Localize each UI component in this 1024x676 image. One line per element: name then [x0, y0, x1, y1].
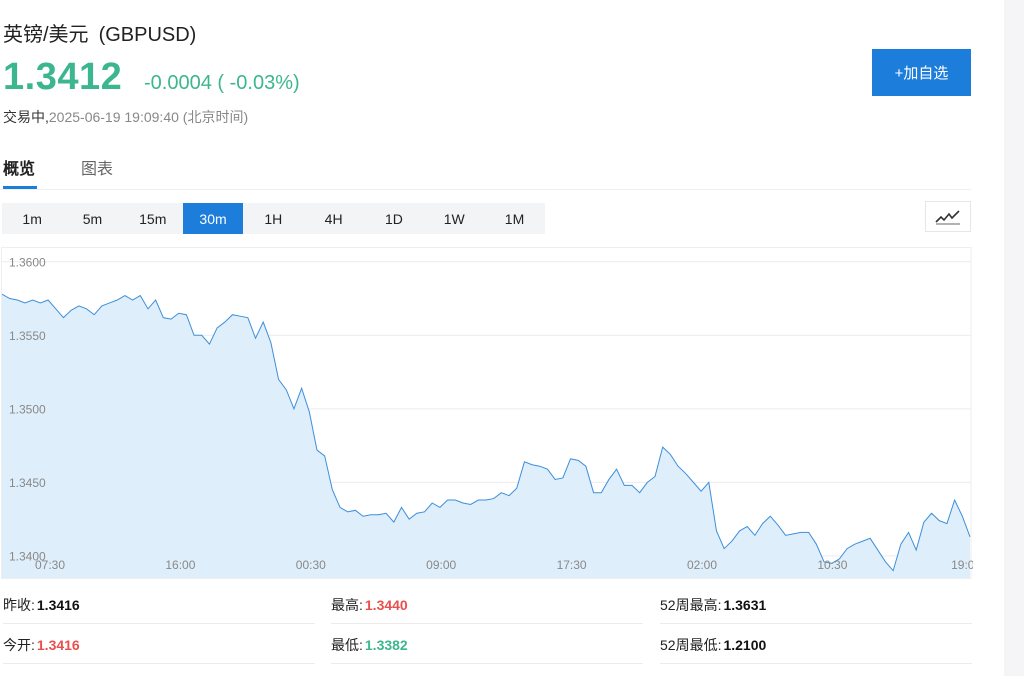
page-gutter: [1004, 0, 1024, 676]
x-tick-label: 19:0: [951, 558, 973, 572]
interval-4h[interactable]: 4H: [303, 203, 363, 234]
y-tick-label: 1.3450: [9, 476, 46, 490]
status-text: 交易中,: [3, 109, 49, 125]
x-tick-label: 00:30: [296, 558, 326, 572]
x-tick-label: 09:00: [426, 558, 456, 572]
interval-selector: 1m 5m 15m 30m 1H 4H 1D 1W 1M: [2, 203, 545, 234]
stat-value: 1.3440: [364, 596, 408, 613]
x-tick-label: 16:00: [165, 558, 195, 572]
interval-5m[interactable]: 5m: [62, 203, 122, 234]
stat-item: 今开: 1.3416: [3, 626, 315, 664]
x-tick-label: 02:00: [687, 558, 717, 572]
x-tick-label: 10:30: [817, 558, 847, 572]
stat-label: 52周最高:: [660, 596, 722, 613]
stat-item: 最高: 1.3440: [331, 586, 643, 624]
y-tick-label: 1.3500: [9, 402, 46, 416]
x-tick-label: 17:30: [557, 558, 587, 572]
status-timestamp: 2025-06-19 19:09:40 (北京时间): [48, 109, 249, 125]
interval-1h[interactable]: 1H: [243, 203, 303, 234]
tab-bar: 概览 图表: [0, 148, 971, 190]
y-tick-label: 1.3600: [9, 255, 46, 269]
interval-1m[interactable]: 1M: [484, 203, 544, 234]
add-watchlist-button[interactable]: +加自选: [872, 49, 971, 96]
interval-1m[interactable]: 1m: [2, 203, 62, 234]
instrument-title: 英镑/美元 (GBPUSD): [3, 18, 196, 47]
stats-row: 昨收: 1.3416 最高: 1.3440 52周最高: 1.3631: [0, 586, 972, 624]
interval-1w[interactable]: 1W: [424, 203, 484, 234]
current-price: 1.3412: [3, 56, 123, 98]
stat-label: 昨收:: [3, 596, 35, 613]
chart-type-button[interactable]: [925, 201, 971, 232]
tab-chart[interactable]: 图表: [81, 155, 113, 189]
stat-label: 今开:: [3, 636, 35, 653]
stat-label: 最低:: [331, 636, 363, 653]
stat-item: 最低: 1.3382: [331, 626, 643, 664]
stat-value: 1.3416: [36, 596, 80, 613]
stat-value: 1.3416: [36, 636, 80, 653]
line-chart-icon: [935, 209, 960, 224]
stats-row: 今开: 1.3416 最低: 1.3382 52周最低: 1.2100: [0, 626, 972, 664]
interval-30m[interactable]: 30m: [182, 203, 244, 234]
stat-value: 1.3631: [723, 596, 767, 613]
stat-label: 最高:: [331, 596, 363, 613]
price-change: -0.0004 ( -0.03%): [144, 72, 300, 94]
price-chart-svg: 1.36001.35501.35001.34501.340007:30 16:00…: [1, 247, 973, 579]
interval-15m[interactable]: 15m: [123, 203, 183, 234]
stat-item: 昨收: 1.3416: [3, 586, 315, 624]
y-tick-label: 1.3550: [9, 329, 46, 343]
instrument-symbol: (GBPUSD): [98, 24, 197, 46]
trading-status: 交易中,2025-06-19 19:09:40 (北京时间): [3, 107, 248, 127]
stat-label: 52周最低:: [660, 636, 722, 653]
stat-value: 1.2100: [723, 636, 767, 653]
stat-item: 52周最低: 1.2100: [660, 626, 972, 664]
price-chart: 1.3600 1.3550 1.3500 1.3450 1.3400 07:30 16:00…: [0, 247, 973, 580]
interval-1d[interactable]: 1D: [364, 203, 424, 234]
tab-overview[interactable]: 概览: [3, 155, 37, 189]
instrument-name: 英镑/美元: [3, 24, 89, 46]
x-tick-label: 07:30: [35, 558, 65, 572]
stat-item: 52周最高: 1.3631: [660, 586, 972, 624]
stat-value: 1.3382: [364, 636, 408, 653]
